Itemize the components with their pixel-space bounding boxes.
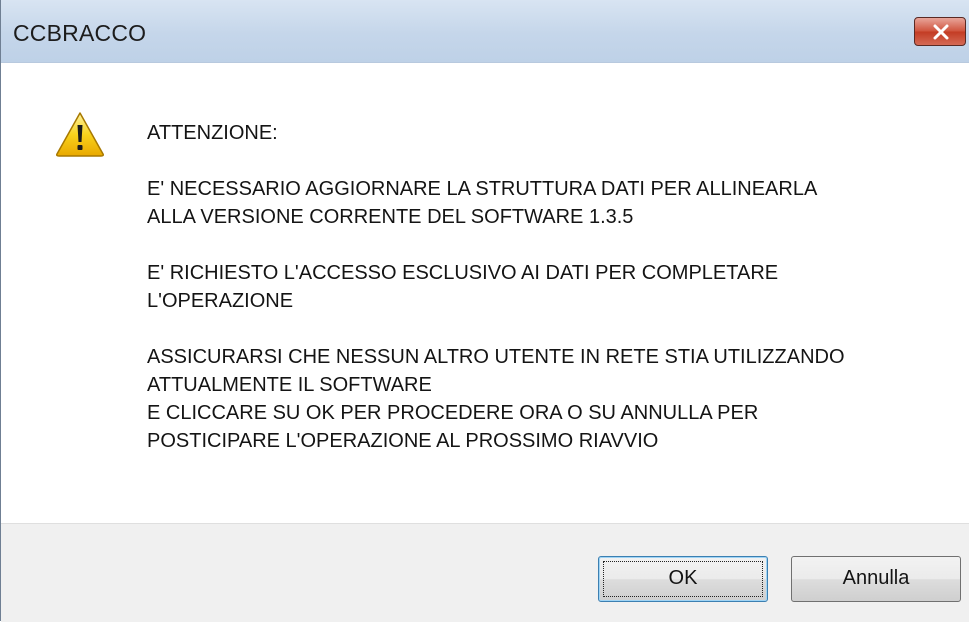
dialog-window: CCBRACCO ATTENZIONE: E' NECESSARIO AGGIO… <box>0 0 969 622</box>
close-icon <box>933 24 949 40</box>
message-line: ALLA VERSIONE CORRENTE DEL SOFTWARE 1.3.… <box>147 206 634 228</box>
dialog-content: ATTENZIONE: E' NECESSARIO AGGIORNARE LA … <box>1 63 969 523</box>
cancel-button-label: Annulla <box>842 567 910 589</box>
message-line: L'OPERAZIONE <box>147 290 294 312</box>
button-bar: OK Annulla <box>1 523 969 622</box>
message-line: E' RICHIESTO L'ACCESSO ESCLUSIVO AI DATI… <box>147 262 779 284</box>
ok-button-label: OK <box>668 567 698 589</box>
title-bar[interactable]: CCBRACCO <box>1 0 969 63</box>
warning-icon <box>56 112 104 157</box>
message-text: ATTENZIONE: E' NECESSARIO AGGIORNARE LA … <box>147 119 957 455</box>
ok-button[interactable]: OK <box>598 556 768 602</box>
message-line: E' NECESSARIO AGGIORNARE LA STRUTTURA DA… <box>147 178 818 200</box>
cancel-button[interactable]: Annulla <box>791 556 961 602</box>
message-line: ATTUALMENTE IL SOFTWARE <box>147 374 432 396</box>
message-line: POSTICIPARE L'OPERAZIONE AL PROSSIMO RIA… <box>147 430 659 452</box>
window-title: CCBRACCO <box>13 20 147 46</box>
message-line: ASSICURARSI CHE NESSUN ALTRO UTENTE IN R… <box>147 346 845 368</box>
message-line: E CLICCARE SU OK PER PROCEDERE ORA O SU … <box>147 402 759 424</box>
message-heading: ATTENZIONE: <box>147 122 278 144</box>
close-button[interactable] <box>914 17 966 46</box>
